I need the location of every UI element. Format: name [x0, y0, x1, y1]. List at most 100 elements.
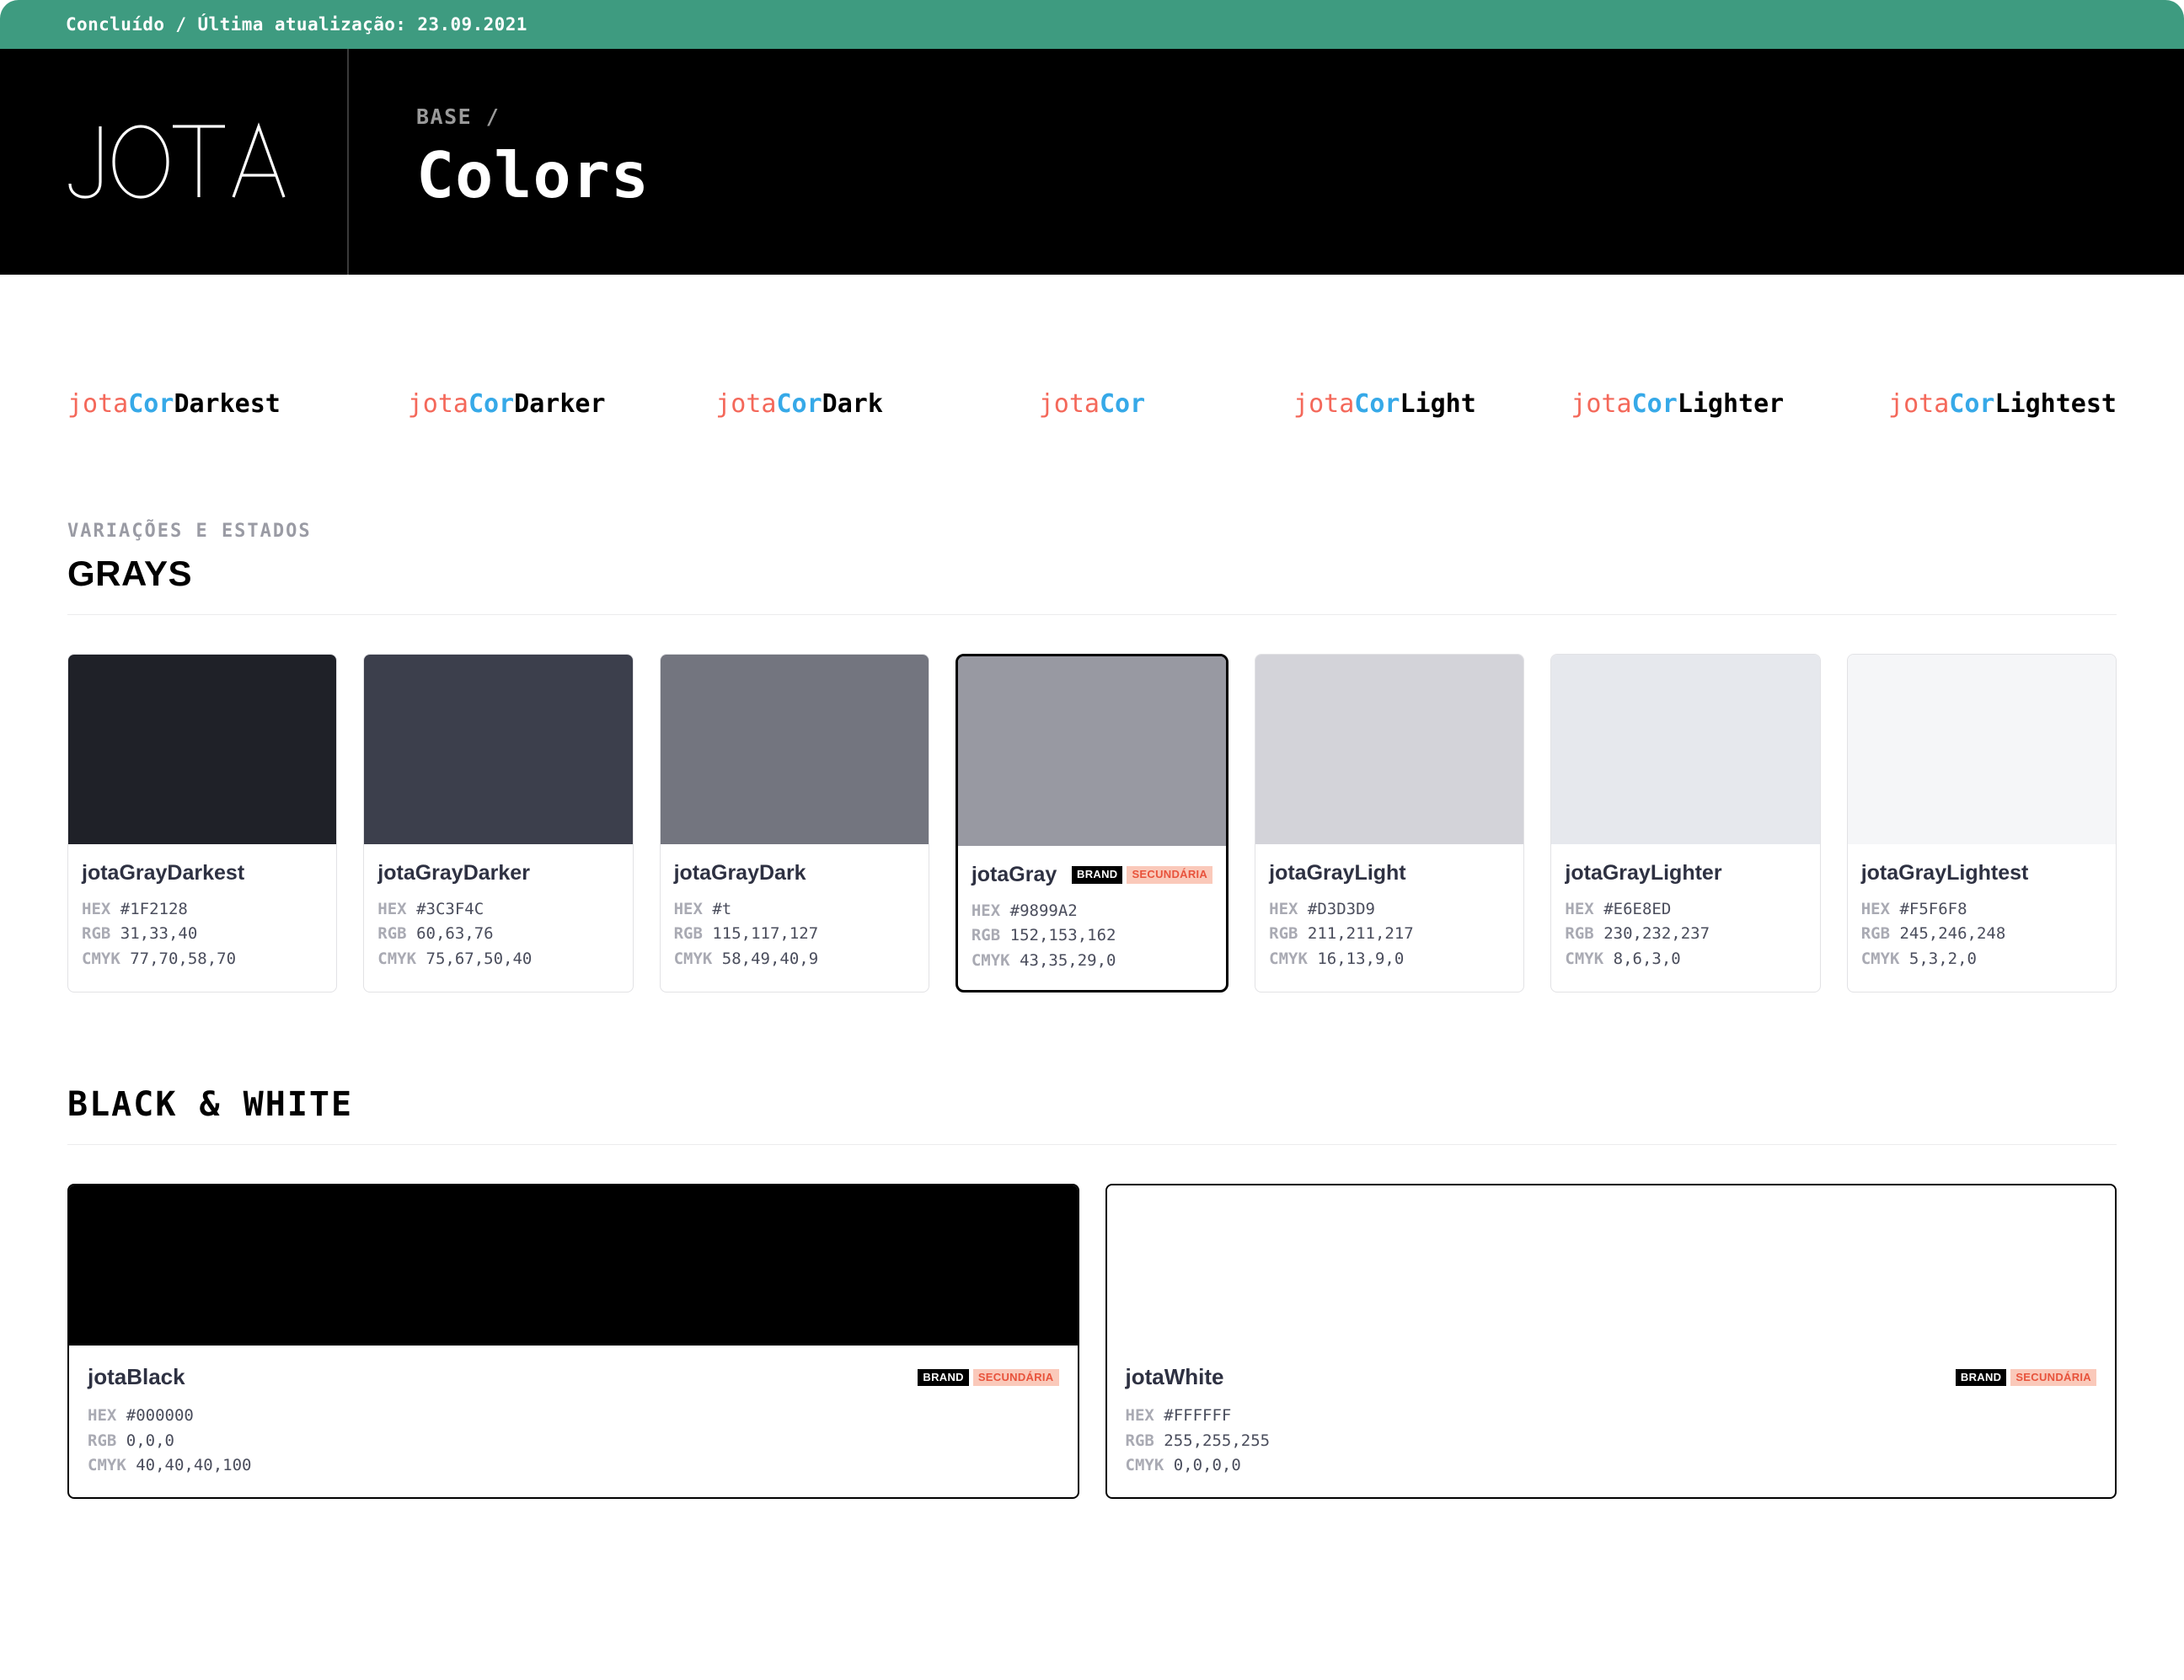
- hex-value: #F5F6F8: [1899, 900, 1967, 918]
- hex-label: HEX: [673, 900, 703, 918]
- hex-value: #9899A2: [1009, 902, 1078, 920]
- swatch-card[interactable]: jotaGrayDarker HEX #3C3F4C RGB 60,63,76 …: [363, 654, 634, 993]
- hex-value: #t: [712, 900, 732, 918]
- badge-secundaria: SECUNDÁRIA: [1127, 866, 1213, 884]
- swatch-hex-line: HEX #E6E8ED: [1565, 897, 1806, 922]
- swatch-name: jotaWhite: [1125, 1364, 1224, 1390]
- swatch-cmyk-line: CMYK 8,6,3,0: [1565, 947, 1806, 971]
- naming-middle: Cor: [1631, 388, 1678, 419]
- swatch-rgb-line: RGB 152,153,162: [972, 923, 1212, 948]
- swatch-cmyk-line: CMYK 58,49,40,9: [674, 947, 915, 971]
- swatch-hex-line: HEX #D3D3D9: [1269, 897, 1510, 922]
- naming-item: jotaCorLight: [1239, 389, 1531, 419]
- naming-item: jotaCorDarker: [360, 389, 652, 419]
- swatch-color-chip: [68, 655, 337, 844]
- naming-prefix: jota: [1038, 388, 1100, 419]
- naming-item: jotaCorLighter: [1531, 389, 1823, 419]
- swatch-card[interactable]: jotaBlack BRAND SECUNDÁRIA HEX #000000 R…: [67, 1184, 1079, 1499]
- rgb-value: 31,33,40: [120, 924, 198, 944]
- hex-value: #E6E8ED: [1603, 900, 1672, 918]
- swatch-rgb-line: RGB 245,246,248: [1861, 922, 2102, 946]
- hex-label: HEX: [377, 900, 407, 918]
- hex-value: #000000: [126, 1406, 194, 1426]
- naming-suffix: Darker: [514, 388, 606, 419]
- naming-item: jotaCorLightest: [1824, 389, 2117, 419]
- swatch-name: jotaBlack: [88, 1364, 185, 1390]
- swatch-hex-line: HEX #F5F6F8: [1861, 897, 2102, 922]
- naming-middle: Cor: [1100, 388, 1146, 419]
- naming-suffix: Lightest: [1994, 388, 2117, 419]
- swatch-card-selected[interactable]: jotaGray BRAND SECUNDÁRIA HEX #9899A2 RG…: [955, 654, 1229, 993]
- hex-label: HEX: [971, 902, 1001, 920]
- swatch-name: jotaGrayDark: [673, 861, 806, 885]
- swatch-card[interactable]: jotaGrayLight HEX #D3D3D9 RGB 211,211,21…: [1255, 654, 1525, 993]
- naming-prefix: jota: [1571, 388, 1632, 419]
- swatch-details: jotaGrayDarkest HEX #1F2128 RGB 31,33,40…: [68, 844, 336, 988]
- swatch-color-chip: [1847, 655, 2116, 844]
- cmyk-value: 5,3,2,0: [1908, 949, 1977, 968]
- swatch-rgb-line: RGB 230,232,237: [1565, 922, 1806, 946]
- swatch-details: jotaWhite BRAND SECUNDÁRIA HEX #FFFFFF R…: [1107, 1346, 2116, 1496]
- gray-swatch-grid: jotaGrayDarkest HEX #1F2128 RGB 31,33,40…: [67, 654, 2117, 993]
- swatch-details: jotaGrayLightest HEX #F5F6F8 RGB 245,246…: [1848, 844, 2116, 988]
- cmyk-value: 43,35,29,0: [1020, 950, 1116, 970]
- hex-label: HEX: [88, 1406, 117, 1426]
- header-title-block: BASE / Colors: [349, 49, 2184, 275]
- cmyk-value: 8,6,3,0: [1613, 949, 1681, 968]
- swatch-details: jotaGrayLight HEX #D3D3D9 RGB 211,211,21…: [1255, 844, 1523, 988]
- swatch-header: jotaWhite BRAND SECUNDÁRIA: [1125, 1364, 2096, 1390]
- swatch-hex-line: HEX #FFFFFF: [1126, 1404, 2097, 1428]
- section-divider: [67, 614, 2117, 615]
- section-divider: [67, 1144, 2117, 1146]
- cmyk-label: CMYK: [1269, 949, 1308, 968]
- naming-prefix: jota: [1293, 388, 1355, 419]
- naming-middle: Cor: [128, 388, 174, 419]
- badge-secundaria: SECUNDÁRIA: [972, 1368, 1059, 1386]
- swatch-card[interactable]: jotaGrayDark HEX #t RGB 115,117,127 CMYK…: [659, 654, 929, 993]
- swatch-details: jotaGrayDarker HEX #3C3F4C RGB 60,63,76 …: [364, 844, 632, 988]
- swatch-color-chip: [364, 655, 633, 844]
- swatch-card[interactable]: jotaWhite BRAND SECUNDÁRIA HEX #FFFFFF R…: [1105, 1184, 2117, 1499]
- swatch-hex-line: HEX #1F2128: [82, 897, 323, 922]
- swatch-color-chip: [957, 656, 1227, 846]
- badge-group: BRAND SECUNDÁRIA: [1072, 866, 1213, 884]
- swatch-hex-line: HEX #t: [674, 897, 915, 922]
- swatch-card[interactable]: jotaGrayDarkest HEX #1F2128 RGB 31,33,40…: [67, 654, 338, 993]
- badge-group: BRAND SECUNDÁRIA: [918, 1368, 1059, 1386]
- status-bar-text: Concluído / Última atualização: 23.09.20…: [66, 14, 527, 35]
- section-title: BLACK & WHITE: [67, 1085, 354, 1125]
- naming-prefix: jota: [67, 388, 129, 419]
- swatch-cmyk-line: CMYK 5,3,2,0: [1861, 947, 2102, 971]
- cmyk-label: CMYK: [1565, 949, 1604, 968]
- hex-label: HEX: [82, 900, 111, 918]
- cmyk-label: CMYK: [673, 949, 713, 968]
- section-eyebrow: VARIAÇÕES E ESTADOS: [67, 521, 312, 542]
- swatch-cmyk-line: CMYK 43,35,29,0: [972, 949, 1212, 973]
- swatch-name: jotaGrayLightest: [1860, 861, 2029, 885]
- rgb-label: RGB: [82, 924, 111, 944]
- swatch-card[interactable]: jotaGrayLightest HEX #F5F6F8 RGB 245,246…: [1846, 654, 2117, 993]
- swatch-rgb-line: RGB 115,117,127: [674, 922, 915, 946]
- swatch-header: jotaGrayLighter: [1565, 861, 1806, 885]
- cmyk-label: CMYK: [1860, 949, 1900, 968]
- brand-logo[interactable]: [0, 49, 349, 275]
- cmyk-value: 58,49,40,9: [721, 949, 819, 968]
- swatch-rgb-line: RGB 60,63,76: [377, 922, 618, 946]
- badge-brand: BRAND: [918, 1368, 969, 1386]
- naming-suffix: Light: [1400, 388, 1476, 419]
- swatch-header: jotaGrayLight: [1269, 861, 1510, 885]
- badge-brand: BRAND: [1072, 866, 1123, 884]
- swatch-header: jotaGrayLightest: [1861, 861, 2102, 885]
- swatch-name: jotaGray: [971, 863, 1057, 886]
- rgb-value: 230,232,237: [1603, 924, 1710, 944]
- blackwhite-swatch-grid: jotaBlack BRAND SECUNDÁRIA HEX #000000 R…: [67, 1184, 2117, 1499]
- hex-label: HEX: [1269, 900, 1298, 918]
- naming-suffix: Darkest: [174, 388, 281, 419]
- naming-suffix: Dark: [822, 388, 883, 419]
- hex-label: HEX: [1125, 1406, 1154, 1426]
- swatch-card[interactable]: jotaGrayLighter HEX #E6E8ED RGB 230,232,…: [1550, 654, 1821, 993]
- naming-middle: Cor: [776, 388, 822, 419]
- swatch-hex-line: HEX #3C3F4C: [377, 897, 618, 922]
- swatch-header: jotaBlack BRAND SECUNDÁRIA: [88, 1364, 1059, 1390]
- swatch-details: jotaGrayLighter HEX #E6E8ED RGB 230,232,…: [1551, 844, 1819, 988]
